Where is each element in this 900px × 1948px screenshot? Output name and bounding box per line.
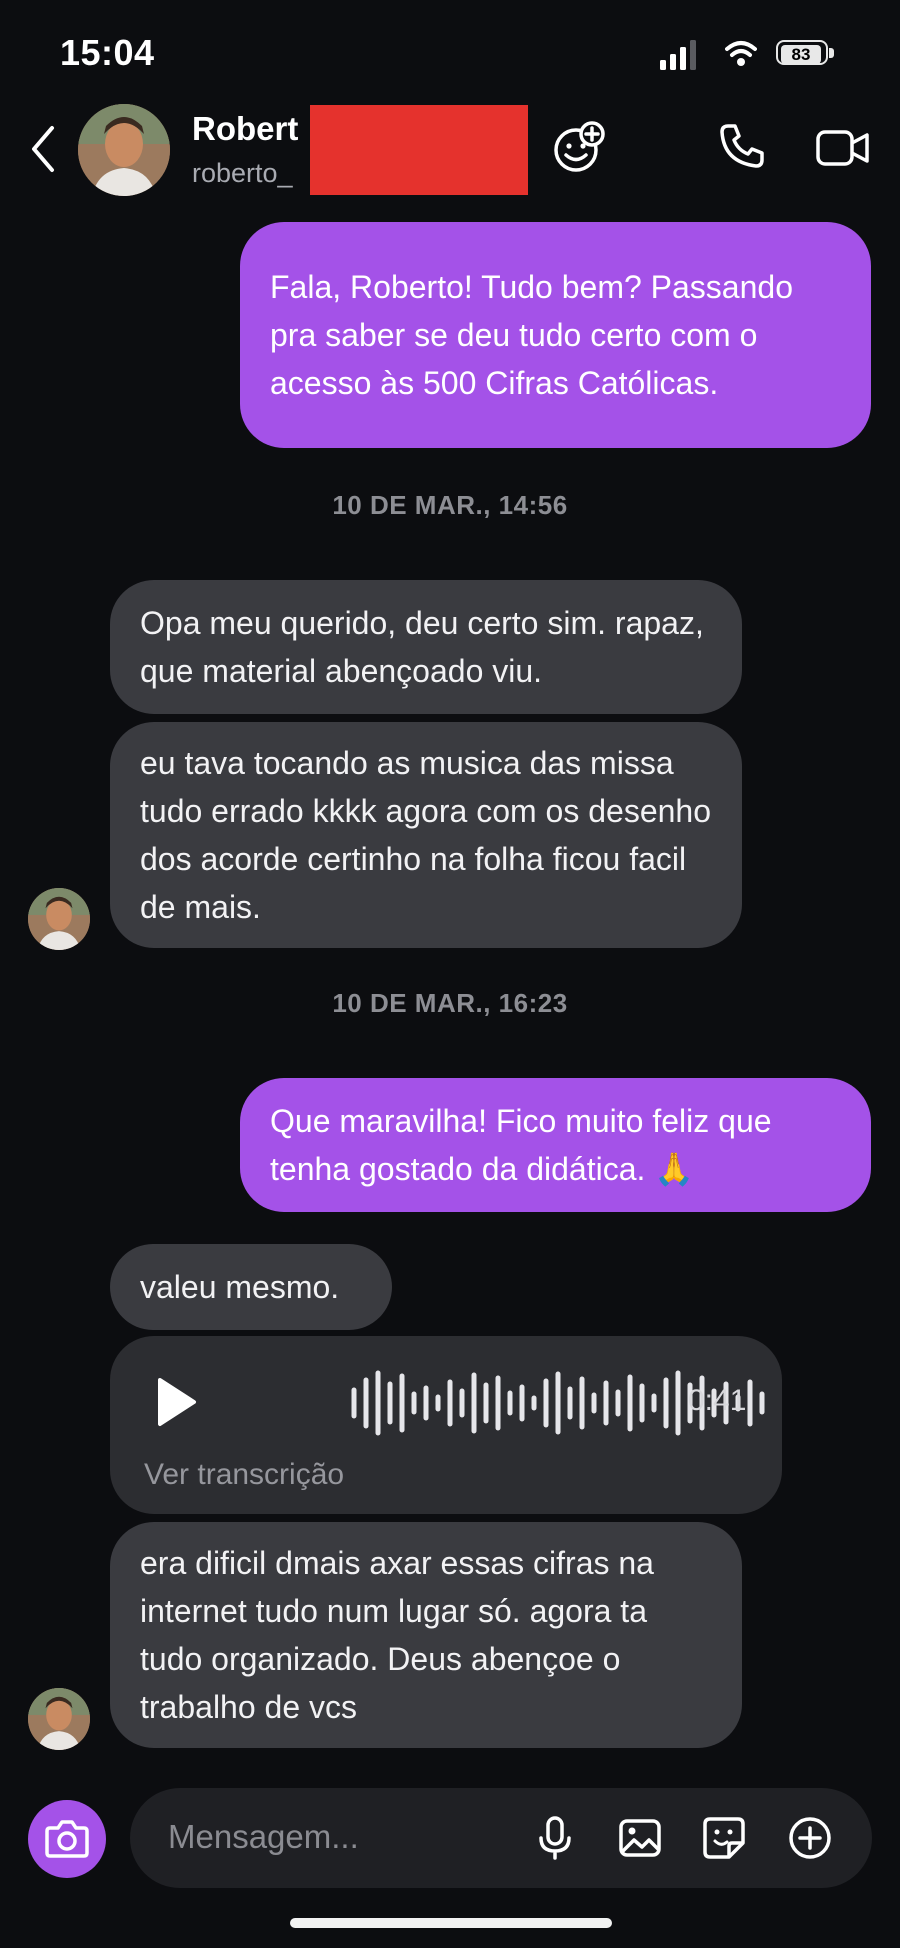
incoming-message[interactable]: Opa meu querido, deu certo sim. rapaz, q… bbox=[110, 580, 742, 714]
outgoing-message[interactable]: Que maravilha! Fico muito feliz que tenh… bbox=[240, 1078, 871, 1212]
message-input[interactable]: Mensagem... bbox=[168, 1818, 359, 1856]
battery-indicator: 83 bbox=[776, 40, 838, 69]
cellular-signal-icon bbox=[660, 40, 696, 70]
home-indicator bbox=[290, 1918, 612, 1928]
contact-username: roberto_ bbox=[192, 158, 293, 188]
camera-button[interactable] bbox=[28, 1800, 106, 1878]
battery-level: 83 bbox=[781, 45, 821, 64]
microphone-icon[interactable] bbox=[533, 1816, 577, 1860]
play-icon[interactable] bbox=[154, 1376, 198, 1428]
plus-circle-icon[interactable] bbox=[788, 1816, 832, 1860]
message-composer[interactable]: Mensagem... bbox=[130, 1788, 872, 1888]
contact-name[interactable]: Robert bbox=[192, 110, 298, 148]
smiley-plus-icon[interactable] bbox=[552, 120, 606, 174]
message-timestamp: 10 DE MAR., 14:56 bbox=[332, 490, 568, 520]
camera-icon bbox=[45, 1820, 89, 1858]
incoming-message[interactable]: era dificil dmais axar essas cifras na i… bbox=[110, 1522, 742, 1748]
sender-avatar[interactable] bbox=[28, 1688, 90, 1750]
contact-avatar[interactable] bbox=[78, 104, 170, 196]
wifi-icon bbox=[725, 41, 757, 66]
video-camera-icon[interactable] bbox=[815, 126, 871, 170]
sender-avatar[interactable] bbox=[28, 888, 90, 950]
voice-message[interactable]: 0:41 Ver transcrição bbox=[110, 1336, 782, 1514]
incoming-message[interactable]: valeu mesmo. bbox=[110, 1244, 392, 1330]
message-timestamp: 10 DE MAR., 16:23 bbox=[332, 988, 568, 1018]
image-icon[interactable] bbox=[618, 1816, 662, 1860]
incoming-message[interactable]: eu tava tocando as musica das missa tudo… bbox=[110, 722, 742, 948]
redaction-block bbox=[310, 105, 528, 195]
outgoing-message[interactable]: Fala, Roberto! Tudo bem? Passando pra sa… bbox=[240, 222, 871, 448]
phone-icon[interactable] bbox=[718, 122, 766, 170]
voice-duration: 0:41 bbox=[688, 1384, 747, 1417]
status-time: 15:04 bbox=[60, 32, 155, 73]
view-transcription-link[interactable]: Ver transcrição bbox=[144, 1458, 344, 1492]
sticker-icon[interactable] bbox=[702, 1816, 746, 1860]
chevron-left-icon[interactable] bbox=[28, 124, 58, 174]
